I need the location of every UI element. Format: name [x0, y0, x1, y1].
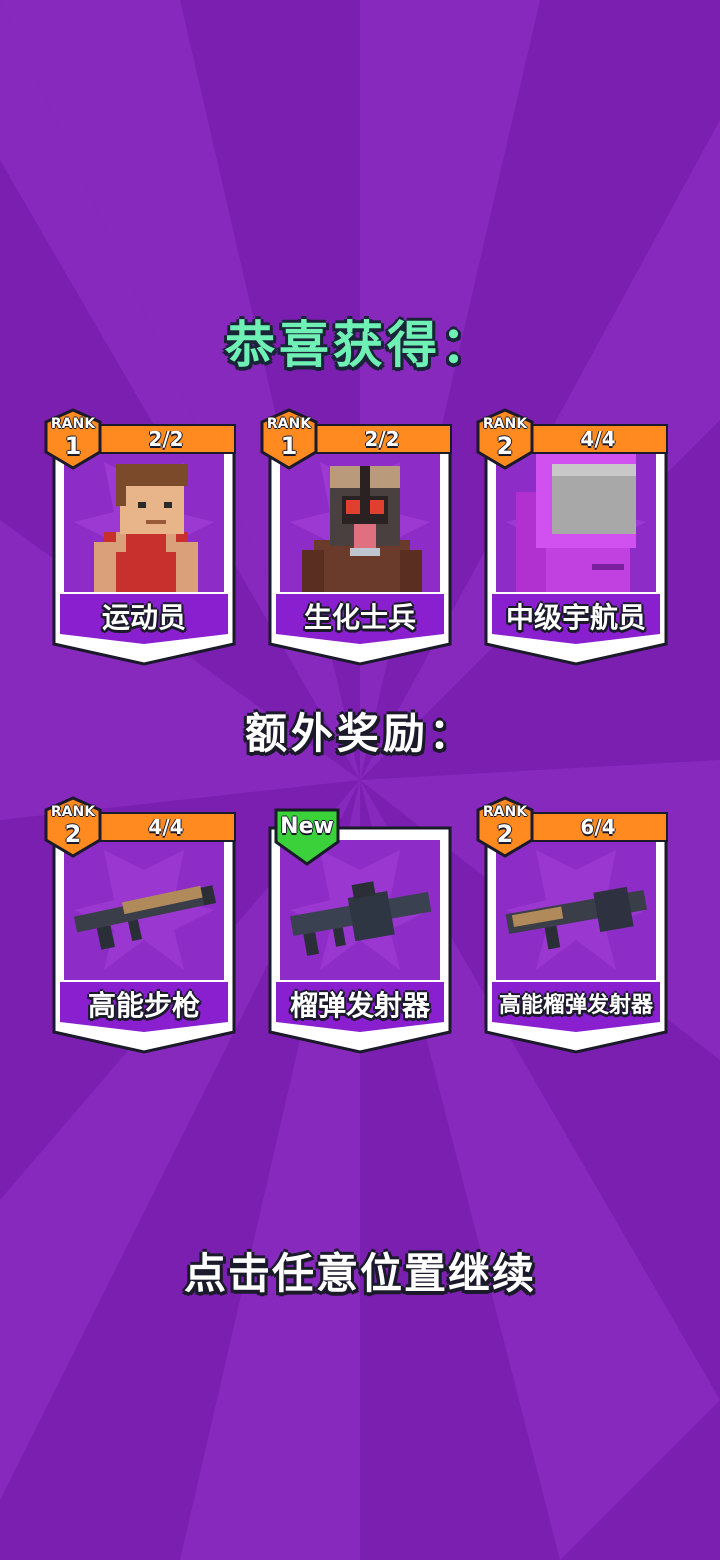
tap-to-continue-text: 点击任意位置继续 [183, 1249, 536, 1298]
rank-badge: RANK 2 [476, 796, 534, 858]
new-badge-text: New [280, 814, 334, 839]
weapon-name: 榴弹发射器 [289, 989, 430, 1022]
rank-badge: RANK 1 [260, 408, 318, 470]
rank-number: 2 [64, 820, 82, 848]
progress-bar: 4/4 [96, 812, 236, 842]
rank-label: RANK [50, 804, 96, 820]
athlete-figure [64, 452, 224, 592]
rank-number: 1 [280, 432, 298, 460]
rifle-icon [64, 840, 224, 980]
bio-soldier-figure [280, 452, 440, 592]
progress-bar: 4/4 [528, 424, 668, 454]
reward-card-energy-grenade-launcher[interactable]: 6/4 RANK 2 高能榴弹发射器 [476, 796, 668, 1054]
energy-grenade-launcher-icon [496, 840, 656, 980]
reward-title: 恭喜获得： [225, 316, 495, 374]
character-name: 运动员 [101, 601, 186, 634]
reward-card-astronaut[interactable]: 4/4 RANK 2 中级宇航员 [476, 408, 668, 666]
rank-number: 1 [64, 432, 82, 460]
rank-number: 2 [496, 820, 514, 848]
rank-number: 2 [496, 432, 514, 460]
bonus-reward-title: 额外奖励： [244, 709, 475, 758]
reward-card-grenade-launcher[interactable]: New 榴弹发射器 [268, 806, 452, 1054]
rank-badge: RANK 1 [44, 408, 102, 470]
rank-label: RANK [482, 804, 528, 820]
character-name: 生化士兵 [303, 601, 416, 634]
progress-text: 2/2 [364, 427, 400, 451]
rank-label: RANK [50, 416, 96, 432]
progress-bar: 6/4 [528, 812, 668, 842]
reward-card-rifle[interactable]: 4/4 RANK 2 高能步枪 [44, 796, 236, 1054]
weapon-name: 高能步枪 [87, 989, 200, 1022]
astronaut-figure [496, 452, 656, 592]
rank-label: RANK [266, 416, 312, 432]
new-badge: New [274, 808, 340, 866]
reward-card-bio-soldier[interactable]: 2/2 RANK 1 生化士兵 [260, 408, 452, 666]
progress-text: 6/4 [580, 815, 616, 839]
rank-badge: RANK 2 [44, 796, 102, 858]
progress-text: 2/2 [148, 427, 184, 451]
rank-label: RANK [482, 416, 528, 432]
character-name: 中级宇航员 [505, 601, 646, 634]
progress-text: 4/4 [580, 427, 616, 451]
progress-bar: 2/2 [96, 424, 236, 454]
reward-card-athlete[interactable]: 2/2 RANK 1 运动员 [44, 408, 236, 666]
progress-text: 4/4 [148, 815, 184, 839]
rank-badge: RANK 2 [476, 408, 534, 470]
sunburst-background[interactable] [0, 0, 720, 1560]
progress-bar: 2/2 [312, 424, 452, 454]
weapon-name: 高能榴弹发射器 [498, 993, 653, 1018]
